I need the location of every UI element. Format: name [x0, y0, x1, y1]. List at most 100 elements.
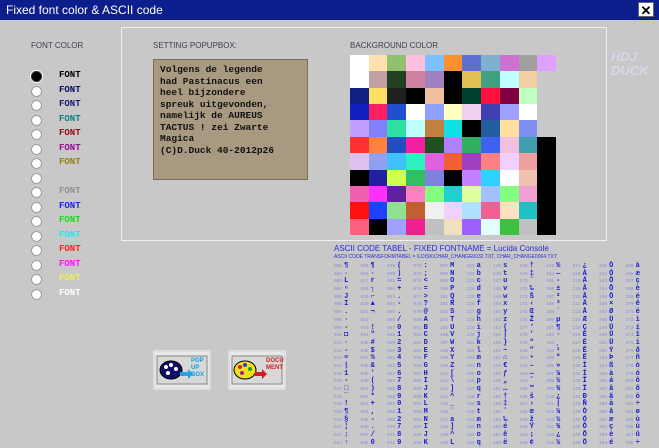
background-color-swatch[interactable]	[368, 55, 388, 72]
font-color-radio[interactable]	[31, 158, 42, 169]
background-color-swatch[interactable]	[424, 104, 444, 121]
font-color-radio[interactable]	[31, 85, 42, 97]
background-color-swatch[interactable]	[406, 71, 425, 88]
background-color-swatch[interactable]	[537, 87, 556, 105]
background-color-swatch[interactable]	[350, 87, 369, 105]
background-color-swatch[interactable]	[368, 104, 388, 121]
font-color-radio[interactable]	[31, 114, 42, 126]
background-color-swatch[interactable]	[368, 71, 388, 88]
background-color-swatch[interactable]	[406, 169, 425, 186]
background-color-swatch[interactable]	[481, 71, 500, 88]
font-color-radio[interactable]	[31, 129, 42, 140]
background-color-swatch[interactable]	[518, 87, 538, 105]
background-color-swatch[interactable]	[518, 55, 538, 72]
background-color-swatch[interactable]	[537, 120, 556, 137]
background-color-swatch[interactable]	[406, 104, 425, 121]
background-color-swatch[interactable]	[368, 169, 388, 186]
background-color-swatch[interactable]	[462, 185, 482, 203]
background-color-swatch[interactable]	[481, 218, 500, 235]
background-color-swatch[interactable]	[406, 218, 425, 235]
background-color-swatch[interactable]	[387, 169, 407, 186]
background-color-swatch[interactable]	[387, 104, 407, 121]
background-color-swatch[interactable]	[462, 202, 482, 219]
background-color-swatch[interactable]	[387, 185, 407, 203]
background-color-swatch[interactable]	[424, 71, 444, 88]
background-color-swatch[interactable]	[481, 87, 500, 105]
background-color-swatch[interactable]	[481, 120, 500, 137]
background-color-swatch[interactable]	[443, 104, 463, 121]
font-color-radio[interactable]	[31, 216, 42, 227]
background-color-swatch[interactable]	[387, 153, 407, 170]
background-color-swatch[interactable]	[424, 169, 444, 186]
background-color-swatch[interactable]	[443, 120, 463, 137]
font-color-radio[interactable]	[31, 288, 42, 300]
font-color-radio[interactable]	[31, 71, 42, 82]
font-color-radio[interactable]	[31, 245, 42, 256]
background-color-swatch[interactable]	[424, 87, 444, 105]
background-color-swatch[interactable]	[350, 120, 369, 137]
font-color-radio[interactable]	[31, 187, 42, 198]
background-color-swatch[interactable]	[350, 169, 369, 186]
background-color-swatch[interactable]	[406, 202, 425, 219]
background-color-swatch[interactable]	[350, 202, 369, 219]
background-color-swatch[interactable]	[424, 120, 444, 137]
background-color-swatch[interactable]	[443, 71, 463, 88]
background-color-swatch[interactable]	[499, 153, 519, 170]
background-color-swatch[interactable]	[406, 153, 425, 170]
background-color-swatch[interactable]	[443, 87, 463, 105]
background-color-swatch[interactable]	[462, 120, 482, 137]
background-color-swatch[interactable]	[499, 55, 519, 72]
background-color-swatch[interactable]	[387, 120, 407, 137]
background-color-swatch[interactable]	[462, 136, 482, 154]
background-color-swatch[interactable]	[462, 87, 482, 105]
background-color-swatch[interactable]	[350, 104, 369, 121]
background-color-swatch[interactable]	[462, 218, 482, 235]
background-color-swatch[interactable]	[537, 136, 556, 154]
background-color-swatch[interactable]	[424, 202, 444, 219]
background-color-swatch[interactable]	[424, 136, 444, 154]
background-color-swatch[interactable]	[518, 185, 538, 203]
background-color-swatch[interactable]	[350, 153, 369, 170]
background-color-swatch[interactable]	[518, 104, 538, 121]
background-color-swatch[interactable]	[387, 87, 407, 105]
background-color-swatch[interactable]	[443, 153, 463, 170]
background-color-swatch[interactable]	[518, 153, 538, 170]
font-color-radio[interactable]	[31, 201, 42, 213]
background-color-swatch[interactable]	[387, 202, 407, 219]
background-color-swatch[interactable]	[350, 55, 369, 72]
background-color-swatch[interactable]	[368, 218, 388, 235]
background-color-swatch[interactable]	[387, 71, 407, 88]
font-color-radio[interactable]	[31, 100, 42, 111]
background-color-swatch[interactable]	[424, 55, 444, 72]
background-color-swatch[interactable]	[406, 136, 425, 154]
background-color-swatch[interactable]	[518, 120, 538, 137]
background-color-swatch[interactable]	[499, 218, 519, 235]
background-color-swatch[interactable]	[424, 185, 444, 203]
background-color-swatch[interactable]	[499, 185, 519, 203]
background-color-swatch[interactable]	[518, 202, 538, 219]
background-color-swatch[interactable]	[462, 55, 482, 72]
font-color-radio[interactable]	[31, 259, 42, 271]
background-color-swatch[interactable]	[481, 55, 500, 72]
background-color-swatch[interactable]	[499, 87, 519, 105]
background-color-swatch[interactable]	[443, 136, 463, 154]
background-color-swatch[interactable]	[350, 218, 369, 235]
background-color-swatch[interactable]	[350, 71, 369, 88]
background-color-swatch[interactable]	[350, 185, 369, 203]
background-color-swatch[interactable]	[462, 71, 482, 88]
background-color-swatch[interactable]	[499, 169, 519, 186]
background-color-swatch[interactable]	[481, 202, 500, 219]
font-color-radio[interactable]	[31, 230, 42, 242]
popup-box-button[interactable]: POP UP BOX	[153, 350, 211, 390]
background-color-swatch[interactable]	[537, 153, 556, 170]
document-button[interactable]: DOCU MENT	[228, 350, 286, 390]
font-color-radio[interactable]	[31, 172, 42, 184]
background-color-swatch[interactable]	[518, 218, 538, 235]
background-color-swatch[interactable]	[537, 185, 556, 203]
background-color-swatch[interactable]	[537, 202, 556, 219]
background-color-swatch[interactable]	[368, 153, 388, 170]
background-color-swatch[interactable]	[368, 120, 388, 137]
background-color-swatch[interactable]	[537, 55, 556, 72]
background-color-swatch[interactable]	[462, 153, 482, 170]
background-color-swatch[interactable]	[387, 136, 407, 154]
